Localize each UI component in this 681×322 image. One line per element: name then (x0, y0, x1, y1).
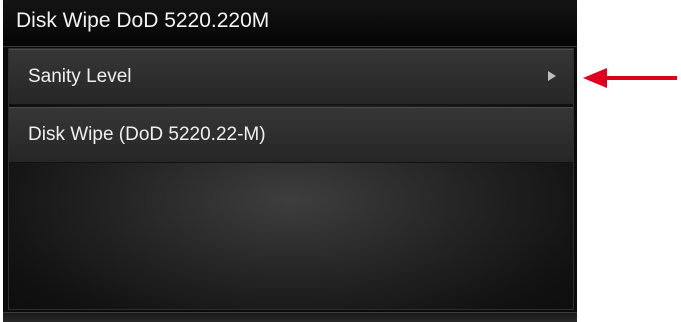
red-arrow-left-icon (583, 68, 677, 88)
menu-panel: Sanity Level Disk Wipe (DoD 5220.22-M) (8, 48, 574, 310)
title-bar: Disk Wipe DoD 5220.220M (3, 0, 577, 47)
menu-item-disk-wipe[interactable]: Disk Wipe (DoD 5220.22-M) (9, 107, 573, 163)
bottom-bar (3, 312, 577, 322)
menu-item-sanity-level[interactable]: Sanity Level (9, 49, 573, 105)
printer-control-panel-screen: Disk Wipe DoD 5220.220M Sanity Level Dis… (3, 0, 577, 322)
menu-item-label: Disk Wipe (DoD 5220.22-M) (28, 124, 266, 145)
chevron-right-icon (548, 71, 556, 81)
menu-item-label: Sanity Level (28, 66, 132, 87)
page-title: Disk Wipe DoD 5220.220M (16, 9, 270, 32)
